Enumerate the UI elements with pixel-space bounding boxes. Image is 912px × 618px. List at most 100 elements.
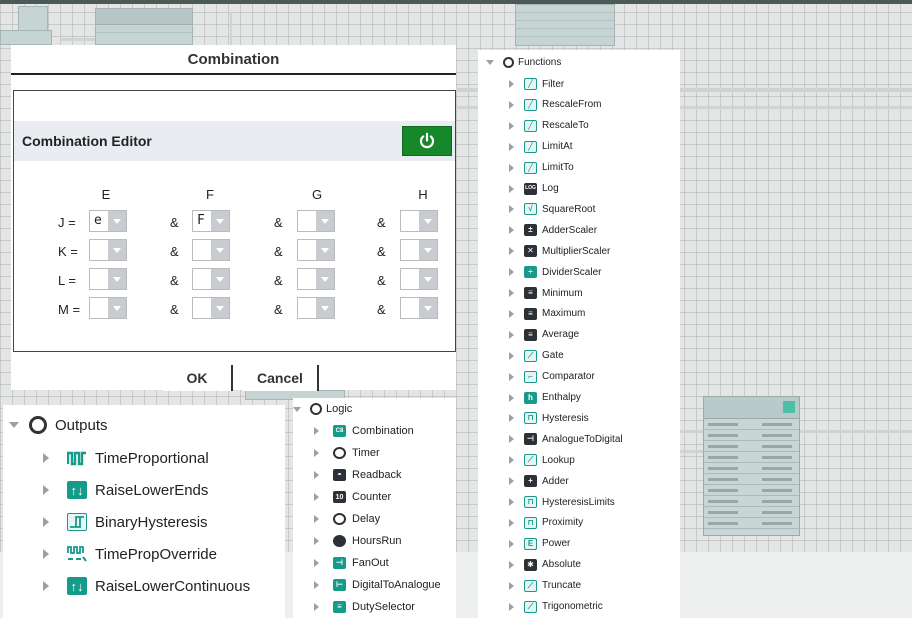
expand-arrow-icon[interactable]: [509, 602, 514, 611]
expand-arrow-icon[interactable]: [509, 247, 514, 256]
select-m-e[interactable]: [89, 297, 127, 319]
functions-item[interactable]: ⌐ Comparator: [509, 370, 595, 383]
expand-arrow-icon[interactable]: [509, 226, 514, 235]
select-l-e[interactable]: [89, 268, 127, 290]
select-l-f[interactable]: [192, 268, 230, 290]
functions-item[interactable]: ≡ Average: [509, 328, 579, 341]
expand-arrow-icon[interactable]: [314, 581, 319, 589]
functions-item[interactable]: ╱ LimitAt: [509, 140, 573, 153]
logic-item[interactable]: C8 Combination: [314, 425, 414, 437]
canvas-block[interactable]: [515, 4, 615, 46]
expand-arrow-icon[interactable]: [509, 142, 514, 151]
functions-item[interactable]: LOG Log: [509, 182, 559, 195]
select-l-h[interactable]: [400, 268, 438, 290]
expand-arrow-icon[interactable]: [43, 581, 49, 591]
logic-item[interactable]: HoursRun: [314, 535, 402, 547]
expand-arrow-icon[interactable]: [43, 517, 49, 527]
functions-item[interactable]: ╱ LimitTo: [509, 161, 574, 174]
logic-item[interactable]: ◓ Readback: [314, 469, 402, 481]
select-j-f[interactable]: F: [192, 210, 230, 232]
logic-item[interactable]: Timer: [314, 447, 380, 459]
logic-item[interactable]: ⊢ DigitalToAnalogue: [314, 579, 441, 591]
logic-item[interactable]: ≡ DutySelector: [314, 601, 415, 613]
expand-arrow-icon[interactable]: [509, 205, 514, 214]
outputs-item[interactable]: ↑↓ RaiseLowerContinuous: [43, 577, 250, 595]
select-k-e[interactable]: [89, 239, 127, 261]
functions-item[interactable]: ± AdderScaler: [509, 224, 597, 237]
expand-arrow-icon[interactable]: [314, 559, 319, 567]
functions-item[interactable]: ⟋ Truncate: [509, 579, 581, 592]
expand-arrow-icon[interactable]: [509, 498, 514, 506]
ok-button[interactable]: OK: [163, 365, 233, 391]
functions-item[interactable]: ⟋ Trigonometric: [509, 600, 603, 613]
functions-item[interactable]: E Power: [509, 537, 570, 550]
logic-item[interactable]: 10 Counter: [314, 491, 391, 503]
outputs-item[interactable]: BinaryHysteresis: [43, 513, 208, 531]
functions-item[interactable]: ✕ MultiplierScaler: [509, 245, 610, 258]
logic-item[interactable]: Delay: [314, 513, 380, 525]
functions-item[interactable]: ⟋ Gate: [509, 349, 564, 362]
functions-item[interactable]: ⟋ Lookup: [509, 454, 575, 467]
select-l-g[interactable]: [297, 268, 335, 290]
expand-arrow-icon[interactable]: [509, 414, 514, 423]
functions-item[interactable]: ⊣ AnalogueToDigital: [509, 433, 623, 446]
expand-arrow-icon[interactable]: [509, 100, 514, 109]
expand-arrow-icon[interactable]: [509, 289, 514, 297]
expand-arrow-icon[interactable]: [314, 493, 319, 501]
expand-arrow-icon[interactable]: [314, 537, 319, 545]
functions-item[interactable]: ⊓ Hysteresis: [509, 412, 589, 425]
select-j-e[interactable]: e: [89, 210, 127, 232]
collapse-arrow-icon[interactable]: [486, 60, 494, 65]
select-j-h[interactable]: [400, 210, 438, 232]
functions-item[interactable]: ≡ Maximum: [509, 307, 585, 320]
expand-arrow-icon[interactable]: [509, 581, 514, 590]
tree-folder-logic[interactable]: Logic: [293, 403, 352, 415]
digital-block[interactable]: [703, 396, 800, 536]
expand-arrow-icon[interactable]: [314, 515, 319, 523]
functions-item[interactable]: + Adder: [509, 475, 569, 488]
select-m-f[interactable]: [192, 297, 230, 319]
functions-item[interactable]: ╱ Filter: [509, 78, 564, 90]
functions-item[interactable]: ╱ RescaleFrom: [509, 98, 601, 111]
canvas-block[interactable]: [0, 30, 52, 45]
select-k-f[interactable]: [192, 239, 230, 261]
expand-arrow-icon[interactable]: [314, 471, 319, 479]
expand-arrow-icon[interactable]: [509, 268, 514, 277]
expand-arrow-icon[interactable]: [509, 330, 514, 339]
expand-arrow-icon[interactable]: [509, 539, 514, 548]
collapse-arrow-icon[interactable]: [293, 406, 301, 412]
functions-item[interactable]: ⊓ Proximity: [509, 516, 583, 529]
outputs-item[interactable]: ↑↓ RaiseLowerEnds: [43, 481, 208, 499]
expand-arrow-icon[interactable]: [314, 603, 319, 611]
expand-arrow-icon[interactable]: [509, 477, 514, 486]
expand-arrow-icon[interactable]: [509, 372, 514, 381]
expand-arrow-icon[interactable]: [43, 453, 49, 463]
expand-arrow-icon[interactable]: [509, 435, 514, 444]
expand-arrow-icon[interactable]: [509, 560, 514, 569]
functions-item[interactable]: ≡ Minimum: [509, 287, 583, 299]
expand-arrow-icon[interactable]: [43, 549, 49, 559]
collapse-arrow-icon[interactable]: [9, 422, 19, 428]
outputs-item[interactable]: TimeProportional: [43, 449, 209, 467]
expand-arrow-icon[interactable]: [509, 184, 514, 193]
expand-arrow-icon[interactable]: [509, 309, 514, 318]
select-j-g[interactable]: [297, 210, 335, 232]
functions-item[interactable]: ✱ Absolute: [509, 558, 581, 571]
functions-item[interactable]: ⊓ HysteresisLimits: [509, 496, 615, 508]
canvas-block[interactable]: [95, 8, 193, 45]
select-k-g[interactable]: [297, 239, 335, 261]
select-m-g[interactable]: [297, 297, 335, 319]
tree-folder-outputs[interactable]: Outputs: [9, 416, 108, 434]
expand-arrow-icon[interactable]: [314, 427, 319, 435]
power-button[interactable]: [402, 126, 452, 156]
logic-item[interactable]: ⊣ FanOut: [314, 557, 389, 569]
functions-item[interactable]: √ SquareRoot: [509, 203, 595, 216]
expand-arrow-icon[interactable]: [509, 351, 514, 360]
select-m-h[interactable]: [400, 297, 438, 319]
functions-item[interactable]: h Enthalpy: [509, 391, 581, 404]
expand-arrow-icon[interactable]: [509, 163, 514, 172]
expand-arrow-icon[interactable]: [509, 393, 514, 402]
functions-item[interactable]: ÷ DividerScaler: [509, 266, 601, 279]
expand-arrow-icon[interactable]: [509, 456, 514, 465]
tree-folder-functions[interactable]: Functions: [486, 57, 561, 68]
